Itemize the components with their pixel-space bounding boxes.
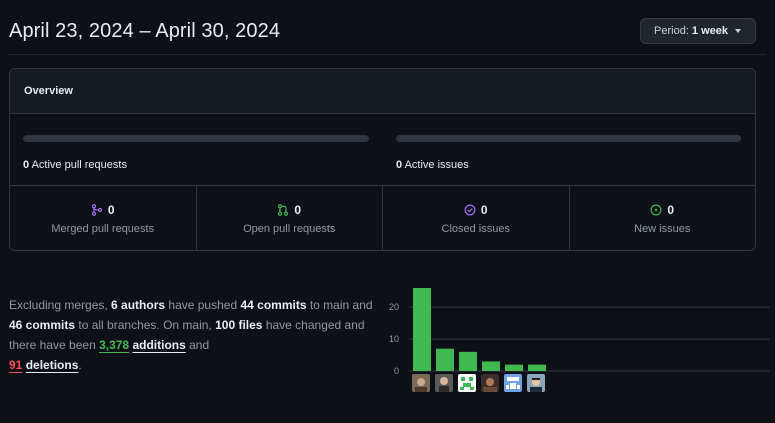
commit-bar-6[interactable] [528, 364, 546, 371]
overview-stats: 0 Merged pull requests 0 Open pull reque… [10, 186, 755, 250]
overview-header: Overview [10, 69, 755, 114]
author-avatar-1[interactable] [412, 374, 430, 392]
caret-down-icon [735, 29, 741, 33]
y-tick-label: 10 [389, 334, 399, 344]
deletions-count-link[interactable]: 91 [9, 358, 22, 372]
commit-summary: Excluding merges, 6 authors have pushed … [9, 295, 389, 375]
period-value: 1 week [691, 25, 728, 37]
summary-text-3: to main and [306, 298, 373, 312]
open-prs-label: Open pull requests [243, 223, 336, 235]
active-prs-bar [23, 135, 369, 142]
summary-text-1: Excluding merges, [9, 298, 112, 312]
overview-panel: Overview 0 Active pull requests 0 Active… [9, 68, 756, 251]
commit-bar-4[interactable] [482, 361, 500, 371]
period-prefix: Period: [654, 25, 689, 37]
commit-bar-1[interactable] [413, 288, 431, 371]
new-issues-count: 0 [667, 203, 675, 217]
stat-closed-issues[interactable]: 0 Closed issues [383, 186, 570, 250]
stat-open-prs[interactable]: 0 Open pull requests [197, 186, 383, 250]
summary-text-2: have pushed [165, 298, 241, 312]
author-avatar-5[interactable] [504, 374, 522, 392]
closed-issues-count: 0 [480, 203, 488, 217]
new-issue-icon [650, 204, 662, 216]
merged-prs-count: 0 [107, 203, 115, 217]
overview-title: Overview [24, 85, 73, 97]
additions-label-link[interactable]: additions [132, 338, 185, 352]
author-avatar-4[interactable] [481, 374, 499, 392]
summary-text-7: . [78, 358, 82, 372]
open-prs-count: 0 [294, 203, 302, 217]
y-tick-label: 20 [389, 302, 399, 312]
commit-bar-3[interactable] [459, 351, 477, 371]
period-dropdown-button[interactable]: Period: 1 week [640, 18, 756, 44]
closed-issue-icon [464, 204, 476, 216]
active-prs-count: 0 [23, 159, 30, 171]
author-avatar-2[interactable] [435, 374, 453, 392]
commits-main-count: 44 commits [240, 298, 307, 312]
deletions-label-link[interactable]: deletions [26, 358, 79, 372]
active-issues-bar [396, 135, 741, 142]
y-tick-label: 0 [394, 366, 399, 376]
commits-all-count: 46 commits [9, 318, 76, 332]
authors-count: 6 authors [111, 298, 166, 312]
commit-bar-2[interactable] [436, 348, 454, 371]
author-avatar-6[interactable] [527, 374, 545, 392]
closed-issues-label: Closed issues [441, 223, 510, 235]
files-changed-count: 100 files [215, 318, 263, 332]
merged-pr-icon [91, 204, 103, 216]
active-prs-summary[interactable]: 0 Active pull requests [23, 159, 127, 171]
new-issues-label: New issues [634, 223, 691, 235]
page-header: April 23, 2024 – April 30, 2024 Period: … [9, 0, 766, 55]
active-issues-summary[interactable]: 0 Active issues [396, 159, 469, 171]
summary-text-4: to all branches. On main, [75, 318, 216, 332]
additions-count-link[interactable]: 3,378 [99, 338, 129, 352]
active-prs-label: Active pull requests [31, 159, 127, 171]
open-pr-icon [278, 204, 289, 216]
summary-text-6: and [185, 338, 210, 352]
author-avatar-3[interactable] [458, 374, 476, 392]
commit-bar-5[interactable] [505, 364, 523, 371]
stat-new-issues[interactable]: 0 New issues [570, 186, 756, 250]
stat-merged-prs[interactable]: 0 Merged pull requests [10, 186, 197, 250]
active-issues-label: Active issues [404, 159, 469, 171]
active-issues-count: 0 [396, 159, 403, 171]
overview-activity: 0 Active pull requests 0 Active issues [10, 114, 755, 186]
date-range-title: April 23, 2024 – April 30, 2024 [9, 20, 281, 42]
merged-prs-label: Merged pull requests [51, 223, 155, 235]
